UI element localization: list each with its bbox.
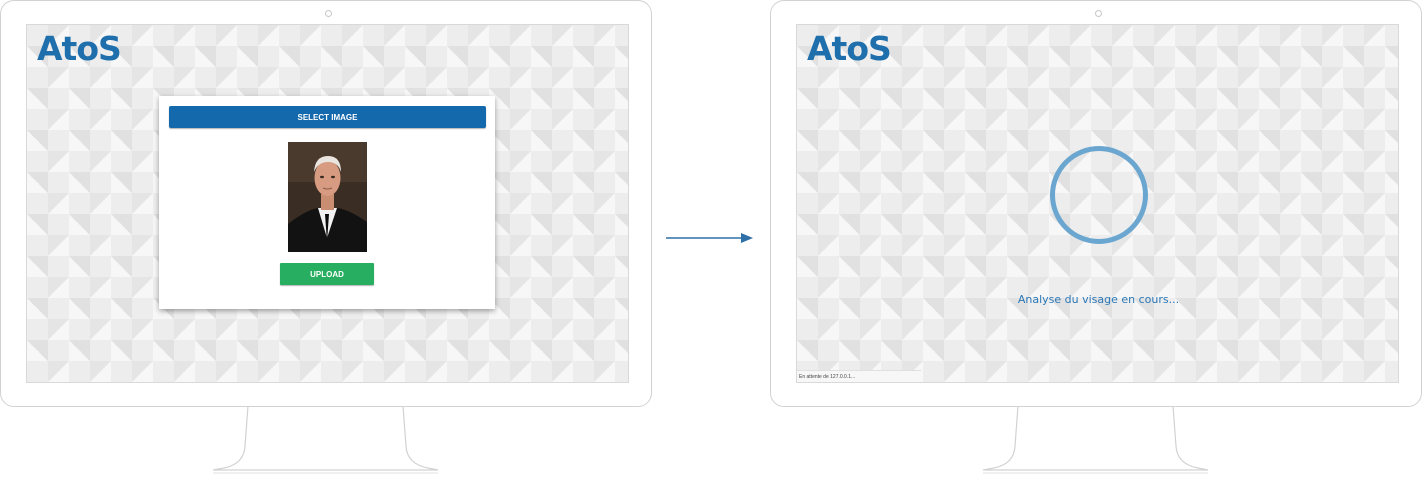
camera-icon [325,10,332,17]
arrow-right-icon [666,233,753,243]
monitor-right: AtoS Analyse du visage en cours... En at… [770,0,1424,477]
upload-card: SELECT IMAGE UPLOAD [159,96,495,309]
portrait-image [288,142,367,252]
monitor-stand [212,406,439,474]
loading-spinner-icon [1050,146,1148,244]
monitor-bezel: AtoS Analyse du visage en cours... En at… [770,0,1422,407]
atos-logo: AtoS [37,29,122,68]
monitor-bezel: AtoS SELECT IMAGE UPLOAD [0,0,652,407]
atos-logo: AtoS [807,29,892,68]
selected-photo [288,142,367,252]
select-image-button[interactable]: SELECT IMAGE [169,106,486,128]
upload-button[interactable]: UPLOAD [280,263,374,285]
screen-upload: AtoS SELECT IMAGE UPLOAD [26,24,629,383]
browser-statusbar: En attente de 127.0.0.1... [797,370,921,382]
camera-icon [1095,10,1102,17]
analysis-status-text: Analyse du visage en cours... [1017,293,1180,306]
screen-analysis: AtoS Analyse du visage en cours... En at… [796,24,1399,383]
monitor-left: AtoS SELECT IMAGE UPLOAD [0,0,654,477]
monitor-stand [982,406,1209,474]
